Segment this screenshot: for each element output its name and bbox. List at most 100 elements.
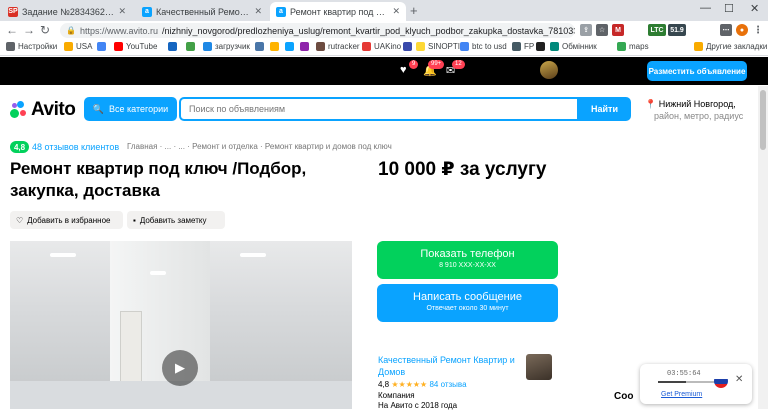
uakino-icon (362, 42, 371, 51)
tab-title: Задание №2834362 - просмотр з (22, 6, 114, 17)
google-icon (97, 42, 106, 51)
write-message-button[interactable]: Написать сообщение Отвечает около 30 мин… (377, 284, 558, 322)
bookmark-item[interactable]: Настройки (6, 42, 57, 51)
bookmark-item[interactable] (285, 42, 294, 51)
maximize-icon[interactable]: ☐ (724, 2, 734, 15)
logo-text: Avito (31, 99, 76, 120)
avito-logo-icon (10, 101, 28, 119)
forward-icon[interactable]: → (23, 23, 35, 37)
post-ad-button[interactable]: Разместить объявление (647, 61, 747, 81)
bookmark-item[interactable]: загрузчик (203, 42, 250, 51)
address-bar[interactable]: 🔒 https://www.avito.ru/nizhniy_novgorod/… (60, 23, 575, 38)
user-name[interactable]: Игорь Матвиш... (562, 66, 634, 76)
scrollbar[interactable] (758, 86, 768, 409)
bookmark-item[interactable]: FP (512, 42, 534, 51)
my-ads-link[interactable]: Мои объявления (470, 66, 546, 76)
tab-title: Качественный Ремонт Квартир и (156, 6, 250, 17)
close-icon[interactable]: ✕ (735, 374, 743, 385)
bookmark-item[interactable]: YouTube (114, 42, 157, 51)
bookmark-icon (512, 42, 521, 51)
close-icon[interactable]: ✕ (254, 6, 262, 17)
bookmark-item[interactable] (255, 42, 264, 51)
close-icon[interactable]: ✕ (118, 6, 126, 17)
sp-favicon-icon: SP (8, 6, 18, 17)
seller-avatar[interactable] (526, 354, 552, 380)
location-selector[interactable]: 📍 Нижний Новгород, район, метро, радиус (645, 98, 743, 122)
bookmark-item[interactable]: UAKino (362, 42, 401, 51)
puzzle-icon[interactable]: ⋯ (720, 24, 732, 36)
play-video-icon[interactable]: ▶ (162, 350, 198, 386)
reviews-link[interactable]: 48 отзывов клиентов (32, 142, 119, 152)
bookmark-item[interactable] (270, 42, 279, 51)
menu-icon[interactable]: ⋮ (752, 24, 764, 36)
heart-icon[interactable]: ♥ (400, 64, 407, 76)
nav-ya-pomogayu[interactable]: #яПомогаю (250, 66, 301, 76)
search-input[interactable]: Поиск по объявлениям (179, 97, 579, 121)
seller-reviews-link[interactable]: 84 отзыва (429, 380, 466, 389)
minimize-icon[interactable]: — (700, 2, 711, 14)
rutracker-icon (316, 42, 325, 51)
close-icon[interactable]: ✕ (392, 6, 400, 17)
maps-icon (617, 42, 626, 51)
nav-career[interactable]: Карьера в Авито (76, 66, 151, 76)
breadcrumb[interactable]: Главная · ... · ... · Ремонт и отделка ·… (127, 142, 392, 151)
price-extension-icon[interactable]: 51.9 (668, 24, 686, 36)
bookmark-item[interactable] (168, 42, 177, 51)
get-premium-link[interactable]: Get Premium (661, 391, 702, 398)
seller-name-link[interactable]: Качественный Ремонт Квартир и Домов (378, 354, 518, 378)
bookmark-item[interactable]: Обмінник (550, 42, 597, 51)
add-to-favorites-button[interactable]: ♡ Добавить в избранное (10, 211, 123, 229)
progress-bar (658, 381, 720, 383)
add-note-button[interactable]: ▪ Добавить заметку (127, 211, 225, 229)
bookmark-icon (536, 42, 545, 51)
back-icon[interactable]: ← (6, 23, 18, 37)
bookmarks-bar: Настройки USA YouTube загрузчик rutracke… (0, 40, 768, 56)
bookmark-item[interactable] (186, 42, 195, 51)
bookmark-item[interactable]: USA (64, 42, 92, 51)
folder-icon (694, 42, 703, 51)
bookmark-item[interactable] (97, 42, 106, 51)
profile-icon[interactable]: ● (736, 24, 748, 36)
bookmark-item[interactable]: SINOPTIK (416, 42, 465, 51)
bookmark-item[interactable]: rutracker (316, 42, 360, 51)
bookmark-item[interactable]: maps (617, 42, 649, 51)
avito-logo[interactable]: Avito (10, 99, 76, 121)
sinoptik-icon (416, 42, 425, 51)
other-bookmarks[interactable]: Другие закладки (694, 42, 767, 51)
nav-catalogs[interactable]: Каталоги (194, 66, 234, 76)
find-button[interactable]: Найти (578, 97, 631, 121)
all-categories-button[interactable]: 🔍 Все категории (84, 97, 177, 121)
youtube-icon (114, 42, 123, 51)
bookmark-item[interactable] (300, 42, 309, 51)
ltc-extension-icon[interactable]: LTC (648, 24, 666, 36)
star-icon[interactable]: ☆ (596, 24, 608, 36)
nav-help[interactable]: Помощь (150, 66, 187, 76)
show-phone-button[interactable]: Показать телефон 8 910 XXX-XX-XX (377, 241, 558, 279)
url-host: https://www.avito.ru (79, 25, 158, 36)
bookmark-item[interactable] (403, 42, 412, 51)
russia-flag-icon[interactable] (714, 374, 728, 388)
nav-for-business[interactable]: Для бизнеса (10, 66, 66, 76)
bookmark-item[interactable]: btc to usd (460, 42, 507, 51)
partial-text: Соо (614, 391, 634, 402)
browser-tab-active[interactable]: a Ремонт квартир под ключ /Подбо ✕ (270, 2, 406, 21)
extension-icon[interactable]: M (612, 24, 624, 36)
star-rating-icon: ★★★★★ (391, 380, 428, 389)
heart-icon: ♡ (16, 215, 24, 225)
bookmark-item[interactable] (536, 42, 545, 51)
gear-icon (6, 42, 15, 51)
bookmark-icon (285, 42, 294, 51)
window-close-icon[interactable]: ✕ (750, 2, 759, 15)
new-tab-button[interactable]: + (410, 3, 418, 18)
bookmark-icon (186, 42, 195, 51)
reload-icon[interactable]: ↻ (40, 23, 50, 37)
download-icon (203, 42, 212, 51)
google-icon (460, 42, 469, 51)
browser-tab[interactable]: a Качественный Ремонт Квартир и ✕ (136, 2, 268, 21)
folder-icon (64, 42, 73, 51)
browser-tab[interactable]: SP Задание №2834362 - просмотр з ✕ (2, 2, 132, 21)
avatar[interactable] (540, 61, 558, 79)
seller-type: Компания (378, 391, 415, 400)
share-icon[interactable]: ⇪ (580, 24, 592, 36)
tab-title: Ремонт квартир под ключ /Подбо (290, 6, 388, 17)
